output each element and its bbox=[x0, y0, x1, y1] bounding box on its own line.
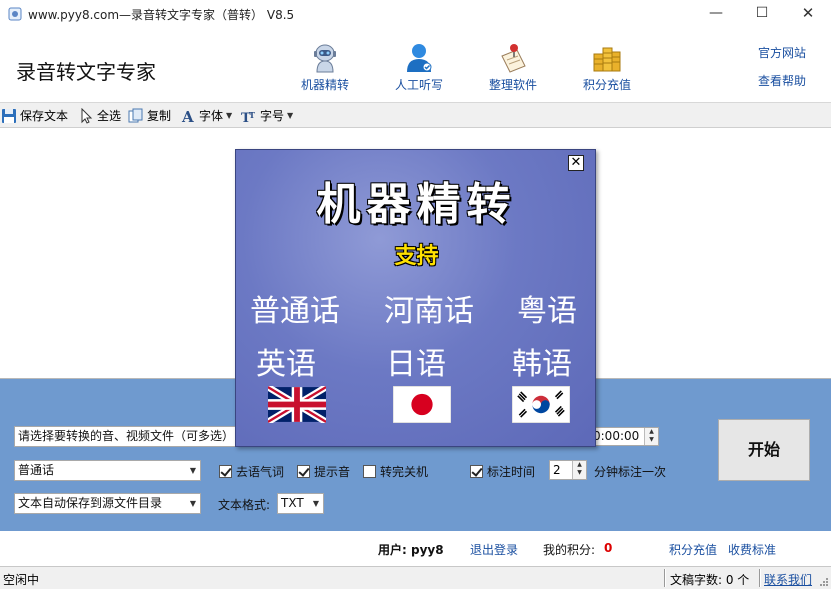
select-all-label: 全选 bbox=[97, 109, 122, 123]
popup-support-label: 支持 bbox=[394, 244, 439, 269]
user-strip: 用户: pyy8 退出登录 我的积分: 0 积分充值 收费标准 bbox=[0, 531, 831, 566]
help-link[interactable]: 查看帮助 bbox=[744, 72, 820, 89]
window-title: www.pyy8.com—录音转文字专家（普转） V8.5 bbox=[28, 8, 295, 22]
nav-label: 人工听写 bbox=[394, 78, 443, 92]
chevron-down-icon: ▼ bbox=[287, 111, 294, 120]
svg-text:A: A bbox=[181, 108, 194, 124]
nav-manual-dictation[interactable]: 人工听写 bbox=[379, 42, 459, 93]
minimize-button[interactable]: — bbox=[693, 0, 739, 28]
copy-icon bbox=[128, 108, 143, 123]
checkbox-box bbox=[219, 465, 232, 478]
mark-time-checkbox[interactable]: 标注时间 bbox=[470, 463, 535, 480]
chevron-down-icon: ▼ bbox=[226, 111, 233, 120]
user-label: 用户: pyy8 bbox=[378, 543, 444, 557]
points-label: 我的积分: bbox=[543, 543, 596, 557]
title-bar: www.pyy8.com—录音转文字专家（普转） V8.5 — ☐ ✕ bbox=[0, 0, 831, 28]
popup-title: 机器精转 bbox=[316, 179, 517, 230]
checkbox-box bbox=[363, 465, 376, 478]
beep-checkbox[interactable]: 提示音 bbox=[297, 463, 350, 480]
mark-time-label: 标注时间 bbox=[487, 465, 536, 479]
font-size-icon: T T bbox=[241, 110, 255, 124]
remove-filler-label: 去语气词 bbox=[236, 465, 285, 479]
checkbox-box bbox=[297, 465, 310, 478]
time-spinner[interactable]: ▲ ▼ bbox=[644, 428, 658, 445]
copy-button[interactable]: 复制 bbox=[128, 107, 171, 125]
interval-stepper[interactable]: 2 ▲ ▼ bbox=[549, 460, 587, 480]
contact-us-link[interactable]: 联系我们 bbox=[764, 571, 812, 588]
recharge-link[interactable]: 积分充值 bbox=[669, 541, 717, 558]
korea-flag-icon bbox=[512, 386, 570, 423]
person-icon bbox=[407, 44, 432, 72]
font-label: 字体 bbox=[199, 109, 224, 123]
chevron-down-icon: ▼ bbox=[189, 466, 196, 475]
language-cantonese: 粤语 bbox=[517, 294, 577, 329]
logout-link[interactable]: 退出登录 bbox=[470, 541, 518, 558]
save-text-button[interactable]: 保存文本 bbox=[1, 107, 68, 125]
uk-flag-icon bbox=[268, 386, 326, 423]
nav-points-recharge[interactable]: 积分充值 bbox=[567, 42, 647, 93]
official-site-link[interactable]: 官方网站 bbox=[744, 44, 820, 61]
save-location-value: 文本自动保存到源文件目录 bbox=[18, 496, 163, 510]
remove-filler-checkbox[interactable]: 去语气词 bbox=[219, 463, 284, 480]
beep-label: 提示音 bbox=[314, 465, 351, 479]
japan-flag-icon bbox=[393, 386, 451, 423]
status-divider bbox=[664, 569, 666, 587]
app-header: 录音转文字专家 机器精转 人工听写 整理软件 积分充值 官方网站 查看帮助 bbox=[0, 28, 831, 102]
start-time-value: 0:00:00 bbox=[593, 429, 640, 443]
copy-label: 复制 bbox=[147, 109, 172, 123]
edit-toolbar: 保存文本 全选 复制 A 字体 ▼ T T 字号 ▼ bbox=[0, 102, 831, 128]
language-mandarin: 普通话 bbox=[250, 294, 340, 329]
notepad-pin-icon bbox=[501, 44, 526, 73]
start-time-field[interactable]: 0:00:00 ▲ ▼ bbox=[589, 427, 659, 446]
robot-icon bbox=[314, 44, 336, 73]
language-value: 普通话 bbox=[18, 463, 55, 477]
fee-standard-link[interactable]: 收费标准 bbox=[728, 541, 776, 558]
coins-icon bbox=[593, 47, 621, 72]
select-all-button[interactable]: 全选 bbox=[78, 107, 121, 125]
language-japanese: 日语 bbox=[386, 347, 446, 382]
save-text-label: 保存文本 bbox=[20, 109, 69, 123]
format-value: TXT bbox=[281, 496, 304, 510]
shutdown-checkbox[interactable]: 转完关机 bbox=[363, 463, 428, 480]
chevron-down-icon: ▼ bbox=[189, 499, 196, 508]
nav-label: 机器精转 bbox=[300, 78, 349, 92]
font-icon: A bbox=[181, 108, 194, 124]
floppy-disk-icon bbox=[2, 109, 16, 123]
nav-organize-software[interactable]: 整理软件 bbox=[473, 42, 553, 93]
word-count: 文稿字数: 0 个 bbox=[670, 573, 750, 587]
maximize-button[interactable]: ☐ bbox=[739, 0, 785, 28]
font-size-dropdown[interactable]: T T 字号 ▼ bbox=[241, 107, 293, 125]
checkbox-box bbox=[470, 465, 483, 478]
language-henan: 河南话 bbox=[384, 294, 474, 329]
file-select-field[interactable]: 请选择要转换的音、视频文件（可多选） bbox=[14, 426, 238, 447]
nav-label: 整理软件 bbox=[488, 78, 537, 92]
close-button[interactable]: ✕ bbox=[785, 0, 831, 28]
format-label: 文本格式: bbox=[218, 498, 271, 512]
shutdown-label: 转完关机 bbox=[380, 465, 429, 479]
interval-label: 分钟标注一次 bbox=[594, 465, 667, 479]
cursor-icon bbox=[81, 108, 93, 124]
svg-text:T: T bbox=[249, 110, 255, 120]
nav-machine-transcribe[interactable]: 机器精转 bbox=[285, 42, 365, 93]
resize-grip-icon[interactable] bbox=[819, 577, 829, 587]
status-text: 空闲中 bbox=[3, 573, 40, 587]
status-bar: 空闲中 文稿字数: 0 个 联系我们 bbox=[0, 566, 831, 589]
app-name: 录音转文字专家 bbox=[16, 60, 156, 84]
format-select[interactable]: TXT ▼ bbox=[277, 493, 324, 514]
language-english: 英语 bbox=[256, 347, 316, 382]
interval-value: 2 bbox=[553, 463, 561, 477]
font-size-label: 字号 bbox=[260, 109, 285, 123]
feature-popup: ✕ 机器精转 支持 普通话 河南话 粤语 英语 日语 韩语 bbox=[235, 149, 596, 447]
nav-label: 积分充值 bbox=[582, 78, 631, 92]
save-location-select[interactable]: 文本自动保存到源文件目录 ▼ bbox=[14, 493, 201, 514]
app-icon bbox=[8, 7, 22, 21]
start-button[interactable]: 开始 bbox=[718, 419, 810, 481]
language-korean: 韩语 bbox=[512, 347, 572, 382]
font-dropdown[interactable]: A 字体 ▼ bbox=[180, 107, 232, 125]
language-select[interactable]: 普通话 ▼ bbox=[14, 460, 201, 481]
points-value: 0 bbox=[604, 541, 613, 555]
chevron-down-icon: ▼ bbox=[312, 499, 319, 508]
status-divider bbox=[759, 569, 761, 587]
interval-spinner[interactable]: ▲ ▼ bbox=[572, 461, 586, 479]
